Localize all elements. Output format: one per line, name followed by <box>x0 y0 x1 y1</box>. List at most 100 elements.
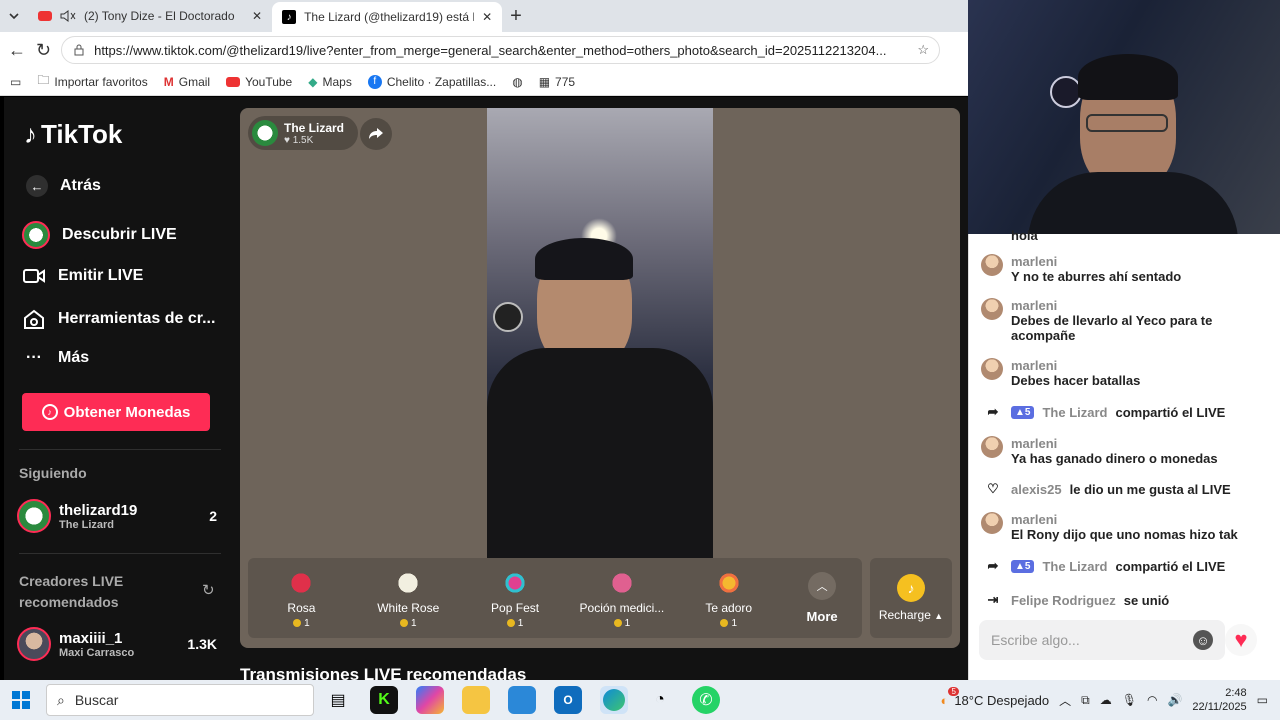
microsoft-store-icon[interactable] <box>508 686 536 714</box>
chat-share-event: ➦ ▲5 The Lizard compartió el LIVE <box>983 404 1226 420</box>
chat-user[interactable]: Felipe Rodriguez <box>1011 593 1116 608</box>
bookmark-775[interactable]: ▦ 775 <box>539 75 575 89</box>
notifications-icon[interactable]: ▭ <box>1257 693 1268 707</box>
refresh-icon[interactable]: ↻ <box>202 581 215 599</box>
chat-text: El Rony dijo que uno nomas hizo tak <box>1011 527 1238 542</box>
creator-count: 1.3K <box>187 636 217 652</box>
tab-youtube[interactable]: (2) Tony Dize - El Doctorado ✕ <box>28 0 272 32</box>
weather-widget[interactable]: ◐ 5 18°C Despejado <box>940 686 1049 708</box>
coin-icon <box>613 619 622 627</box>
host-info[interactable]: The Lizard ♥ 1.5K <box>248 116 359 150</box>
edge-icon[interactable] <box>600 686 628 714</box>
chat-user[interactable]: marleni <box>1011 298 1266 313</box>
search-icon: ⌕ <box>57 691 65 708</box>
chat-join-event: ⇥ Felipe Rodriguez se unió <box>983 592 1170 608</box>
tab-tiktok[interactable]: ♪ The Lizard (@thelizard19) está LIVE ✕ <box>272 2 503 32</box>
avatar <box>17 499 51 533</box>
bookmark-collections-icon[interactable]: ▭ <box>10 75 21 89</box>
share-button[interactable] <box>360 118 392 150</box>
windows-start-icon[interactable] <box>12 691 30 709</box>
chat-user[interactable]: marleni <box>1011 512 1238 527</box>
bookmark-import[interactable]: 🗀 Importar favoritos <box>37 71 147 92</box>
webcam-overlay <box>968 0 1280 234</box>
get-coins-button[interactable]: ♪ Obtener Monedas <box>22 393 210 431</box>
live-video[interactable] <box>487 108 713 558</box>
share-icon: ➦ <box>987 404 999 419</box>
taskbar-search[interactable]: ⌕ Buscar <box>46 684 314 716</box>
new-tab-icon[interactable]: + <box>510 5 522 28</box>
gift-price: 1 <box>613 618 630 629</box>
nav-discover-live[interactable]: Descubrir LIVE <box>22 221 177 249</box>
bookmark-chelito[interactable]: f Chelito · Zapatillas... <box>367 74 496 89</box>
chat-user[interactable]: The Lizard <box>1042 405 1107 420</box>
url-field[interactable]: https://www.tiktok.com/@thelizard19/live… <box>61 36 940 64</box>
clock[interactable]: 2:48 22/11/2025 <box>1192 686 1246 714</box>
wifi-icon[interactable]: ◠ <box>1147 693 1157 707</box>
back-icon[interactable]: ← <box>8 40 26 61</box>
kick-app-icon[interactable]: K <box>370 686 398 714</box>
nav-label: Descubrir LIVE <box>62 226 177 243</box>
gift-item[interactable]: Rosa 1 <box>248 567 355 629</box>
star-icon[interactable]: ☆ <box>917 42 929 58</box>
task-view-icon[interactable]: ▤ <box>324 686 352 714</box>
microphone-icon[interactable]: 🎙 <box>1122 693 1137 707</box>
price-value: 1 <box>410 617 417 629</box>
back-label: Atrás <box>60 177 101 194</box>
gift-item[interactable]: White Rose 1 <box>355 567 462 629</box>
site-info-icon[interactable] <box>72 43 86 57</box>
badge-value: 5 <box>1024 406 1031 418</box>
chevron-up-icon[interactable]: ︿ <box>1059 692 1071 709</box>
gift-price: 1 <box>720 618 737 629</box>
chat-user[interactable]: The Lizard <box>1042 559 1107 574</box>
cloud-icon[interactable]: ☁ <box>1100 693 1112 707</box>
nav-more[interactable]: ··· Más <box>22 349 89 367</box>
like-button[interactable]: ♥ <box>1225 624 1257 656</box>
gift-item[interactable]: Poción medici... 1 <box>568 567 675 629</box>
chevron-up-icon: ▲ <box>934 611 944 621</box>
chat-message: marleni Debes hacer batallas <box>981 358 1266 388</box>
gift-name: Te adoro <box>705 600 753 615</box>
bookmark-gmail[interactable]: M Gmail <box>164 75 210 89</box>
more-gifts-button[interactable]: ︿ More <box>782 572 862 624</box>
bookmark-maps[interactable]: ◆ Maps <box>308 75 352 89</box>
tab-list-button[interactable] <box>0 0 28 32</box>
outlook-icon[interactable]: O <box>554 686 582 714</box>
divider <box>19 553 221 554</box>
recharge-button[interactable]: ♪ Recharge ▲ <box>870 558 952 638</box>
share-icon: ➦ <box>987 558 999 573</box>
chat-message: marleni Ya has ganado dinero o monedas <box>981 436 1266 466</box>
chat-user[interactable]: marleni <box>1011 436 1218 451</box>
close-tab-icon[interactable]: ✕ <box>482 10 492 24</box>
recommended-item[interactable]: maxiiii_1 Maxi Carrasco 1.3K <box>17 627 217 661</box>
bookmark-label: Gmail <box>178 74 211 89</box>
chat-input[interactable]: Escribe algo... ☺ <box>979 620 1225 660</box>
nav-go-live[interactable]: Emitir LIVE <box>22 267 143 285</box>
whatsapp-icon[interactable]: ✆ <box>692 686 720 714</box>
tiktok-logo[interactable]: ♪ TikTok <box>24 119 122 150</box>
file-explorer-icon[interactable] <box>462 686 490 714</box>
chat-user[interactable]: marleni <box>1011 254 1181 269</box>
copilot-tray-icon[interactable]: ⧉ <box>1081 693 1090 708</box>
bookmark-globe[interactable]: ◍ <box>512 75 522 89</box>
gift-item[interactable]: Te adoro 1 <box>675 567 782 629</box>
more-label: More <box>806 609 838 624</box>
gift-item[interactable]: Pop Fest 1 <box>462 567 569 629</box>
chat-user[interactable]: marleni <box>1011 358 1140 373</box>
chat-user[interactable]: alexis25 <box>1011 482 1062 497</box>
following-item[interactable]: thelizard19 The Lizard 2 <box>17 499 217 533</box>
reload-icon[interactable]: ↻ <box>36 40 51 61</box>
volume-icon[interactable]: 🔊 <box>1167 693 1182 707</box>
gift-price: 1 <box>506 618 523 629</box>
back-button[interactable]: ← Atrás <box>22 175 101 197</box>
emoji-icon[interactable]: ☺ <box>1193 630 1213 650</box>
speaker-muted-icon[interactable] <box>60 9 76 23</box>
live-player[interactable]: The Lizard ♥ 1.5K Rosa 1 White Rose 1 Po… <box>240 108 960 648</box>
bookmark-youtube[interactable]: YouTube <box>226 75 292 89</box>
tab-title: The Lizard (@thelizard19) está LIVE <box>304 10 474 24</box>
copilot-icon[interactable] <box>416 686 444 714</box>
system-tray: ◐ 5 18°C Despejado ︿ ⧉ ☁ 🎙 ◠ 🔊 2:48 22/11… <box>940 680 1280 720</box>
close-tab-icon[interactable]: ✕ <box>252 9 262 23</box>
coin-icon <box>506 619 515 627</box>
speedometer-icon[interactable]: ◔ <box>646 686 674 714</box>
nav-creator-tools[interactable]: Herramientas de cr... <box>22 308 215 330</box>
